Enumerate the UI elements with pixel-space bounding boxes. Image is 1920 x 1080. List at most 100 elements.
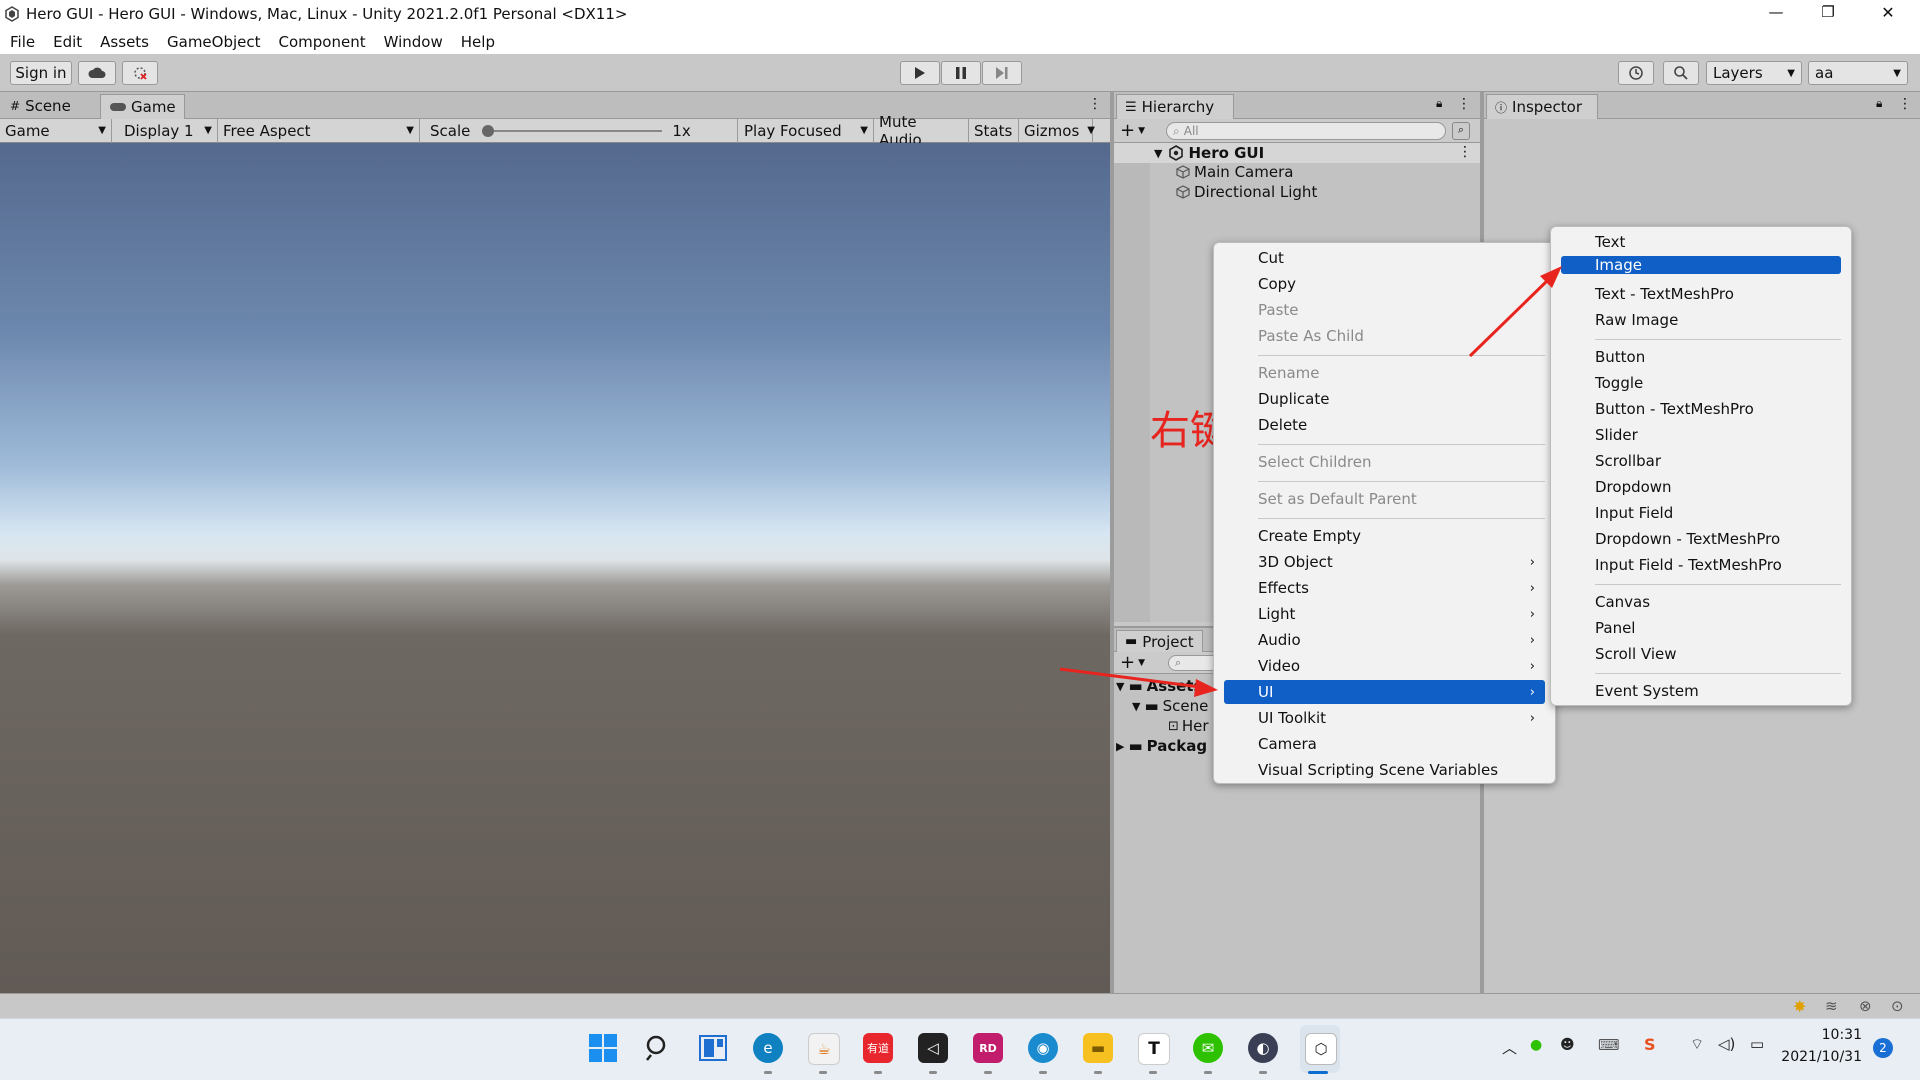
tab-scene[interactable]: # Scene	[2, 94, 79, 118]
lock-icon[interactable]: 🔒︎	[1876, 96, 1882, 111]
unity-hub-icon[interactable]: ◁	[918, 1033, 948, 1063]
menu-item-ui[interactable]: UI ›	[1224, 680, 1545, 704]
wifi-icon[interactable]: ⌔	[1690, 1035, 1704, 1054]
menu-item-cut[interactable]: Cut	[1214, 246, 1555, 270]
triangle-down-icon[interactable]: ▼	[1132, 700, 1140, 713]
menu-item-rename[interactable]: Rename	[1214, 361, 1555, 385]
unity-editor-icon[interactable]: ⬡	[1305, 1033, 1337, 1065]
play-button[interactable]	[900, 61, 940, 85]
hierarchy-item-main-camera[interactable]: Main Camera	[1176, 163, 1293, 181]
kebab-menu-icon[interactable]: ⋮	[1088, 96, 1102, 112]
hierarchy-search-input[interactable]: ⌕ All	[1166, 122, 1446, 140]
menu-assets[interactable]: Assets	[100, 33, 149, 51]
menu-edit[interactable]: Edit	[53, 33, 82, 51]
clock-date[interactable]: 2021/10/31	[1780, 1049, 1862, 1065]
project-tree-scene[interactable]: ▼ ▬ Scene	[1132, 697, 1208, 715]
menu-item-paste[interactable]: Paste	[1214, 298, 1555, 322]
scale-slider[interactable]: Scale 1x	[420, 118, 738, 143]
tab-inspector[interactable]: ⓘ Inspector	[1486, 94, 1598, 119]
menu-item-3d-object[interactable]: 3D Object ›	[1214, 550, 1555, 574]
browser-icon[interactable]: ◉	[1028, 1033, 1058, 1063]
project-tree-hero-scene[interactable]: ⊡ Her	[1168, 717, 1209, 735]
submenu-item-slider[interactable]: Slider	[1551, 423, 1851, 447]
hierarchy-scene-row[interactable]: ▼ Hero GUI ⋮	[1114, 143, 1480, 163]
menu-help[interactable]: Help	[461, 33, 495, 51]
menu-file[interactable]: File	[10, 33, 35, 51]
submenu-item-raw-image[interactable]: Raw Image	[1551, 308, 1851, 332]
youdao-dictionary-icon[interactable]: 有道	[863, 1033, 893, 1063]
undo-history-button[interactable]	[1618, 61, 1654, 85]
menu-item-video[interactable]: Video ›	[1214, 654, 1555, 678]
qq-tray-icon[interactable]: ☻	[1560, 1037, 1575, 1053]
sogou-ime-icon[interactable]: S	[1644, 1035, 1656, 1054]
lightbulb-icon[interactable]: ✸	[1793, 997, 1806, 1016]
submenu-item-input-field-textmeshpro[interactable]: Input Field - TextMeshPro	[1551, 553, 1851, 577]
clock-time[interactable]: 10:31	[1790, 1027, 1862, 1043]
volume-icon[interactable]: ◁)	[1718, 1035, 1735, 1053]
cloud-button[interactable]	[78, 61, 116, 85]
search-button[interactable]	[1663, 61, 1699, 85]
triangle-down-icon[interactable]: ▼	[1154, 147, 1162, 160]
game-mode-dropdown[interactable]: Game ▼	[0, 118, 112, 143]
triangle-right-icon[interactable]: ▶	[1116, 740, 1124, 753]
submenu-item-image[interactable]: Image	[1561, 256, 1841, 274]
menu-item-camera[interactable]: Camera	[1214, 732, 1555, 756]
menu-window[interactable]: Window	[384, 33, 443, 51]
hierarchy-item-directional-light[interactable]: Directional Light	[1176, 183, 1317, 201]
minimize-button[interactable]: —	[1760, 3, 1792, 25]
submenu-item-canvas[interactable]: Canvas	[1551, 590, 1851, 614]
triangle-down-icon[interactable]: ▼	[1116, 680, 1124, 693]
chevron-down-icon[interactable]: ▼	[1138, 658, 1145, 668]
wechat-icon[interactable]: ✉	[1193, 1033, 1223, 1063]
project-tree-packages[interactable]: ▶ ▬ Packag	[1116, 737, 1207, 755]
menu-item-delete[interactable]: Delete	[1214, 413, 1555, 437]
submenu-item-dropdown-textmeshpro[interactable]: Dropdown - TextMeshPro	[1551, 527, 1851, 551]
input-method-icon[interactable]: ⌨	[1598, 1036, 1620, 1054]
submenu-item-panel[interactable]: Panel	[1551, 616, 1851, 640]
project-tree-assets[interactable]: ▼ ▬ Assets	[1116, 677, 1202, 695]
search-options-icon[interactable]: ⌕	[1452, 122, 1470, 140]
submenu-item-button-textmeshpro[interactable]: Button - TextMeshPro	[1551, 397, 1851, 421]
chevron-down-icon[interactable]: ▼	[1138, 126, 1145, 136]
menu-gameobject[interactable]: GameObject	[167, 33, 261, 51]
windows-start-icon[interactable]	[588, 1033, 618, 1063]
add-icon[interactable]: +	[1120, 120, 1135, 141]
game-view-canvas[interactable]	[0, 143, 1110, 993]
debug-icon[interactable]: ⊗	[1859, 997, 1872, 1015]
battery-icon[interactable]: ▭	[1750, 1035, 1764, 1053]
menu-item-visual-scripting-scene-variables[interactable]: Visual Scripting Scene Variables	[1214, 758, 1555, 782]
typora-icon[interactable]: T	[1138, 1033, 1170, 1065]
edge-browser-icon[interactable]: e	[753, 1033, 783, 1063]
aspect-dropdown[interactable]: Free Aspect ▼	[218, 118, 420, 143]
rider-ide-icon[interactable]: RD	[973, 1033, 1003, 1063]
menu-item-copy[interactable]: Copy	[1214, 272, 1555, 296]
wechat-tray-icon[interactable]: ●	[1530, 1037, 1542, 1053]
search-icon[interactable]	[643, 1033, 673, 1063]
submenu-item-toggle[interactable]: Toggle	[1551, 371, 1851, 395]
tab-project[interactable]: ▬ Project	[1116, 630, 1203, 652]
scale-slider-thumb[interactable]	[482, 124, 495, 137]
submenu-item-text[interactable]: Text	[1551, 230, 1851, 254]
tab-hierarchy[interactable]: ☰ Hierarchy	[1116, 94, 1234, 119]
menu-item-select-children[interactable]: Select Children	[1214, 450, 1555, 474]
tab-game[interactable]: Game	[100, 94, 185, 119]
menu-item-effects[interactable]: Effects ›	[1214, 576, 1555, 600]
kebab-menu-icon[interactable]: ⋮	[1457, 96, 1471, 112]
submenu-item-button[interactable]: Button	[1551, 345, 1851, 369]
stats-toggle[interactable]: Stats	[969, 118, 1019, 143]
task-view-icon[interactable]	[698, 1033, 728, 1063]
add-icon[interactable]: +	[1120, 652, 1135, 673]
menu-component[interactable]: Component	[279, 33, 366, 51]
media-player-icon[interactable]: ◐	[1248, 1033, 1278, 1063]
mute-audio-toggle[interactable]: Mute Audio	[874, 113, 969, 149]
java-icon[interactable]: ☕	[808, 1033, 840, 1065]
play-focused-dropdown[interactable]: Play Focused ▼	[738, 118, 874, 143]
step-button[interactable]	[982, 61, 1022, 85]
menu-item-ui-toolkit[interactable]: UI Toolkit ›	[1214, 706, 1555, 730]
menu-item-create-empty[interactable]: Create Empty	[1214, 524, 1555, 548]
submenu-item-event-system[interactable]: Event System	[1551, 679, 1851, 703]
display-dropdown[interactable]: Display 1 ▼	[112, 118, 218, 143]
layers-dropdown[interactable]: Layers ▼	[1706, 61, 1802, 85]
sign-in-button[interactable]: Sign in	[10, 61, 72, 85]
layers-stack-icon[interactable]: ≋	[1825, 997, 1838, 1015]
